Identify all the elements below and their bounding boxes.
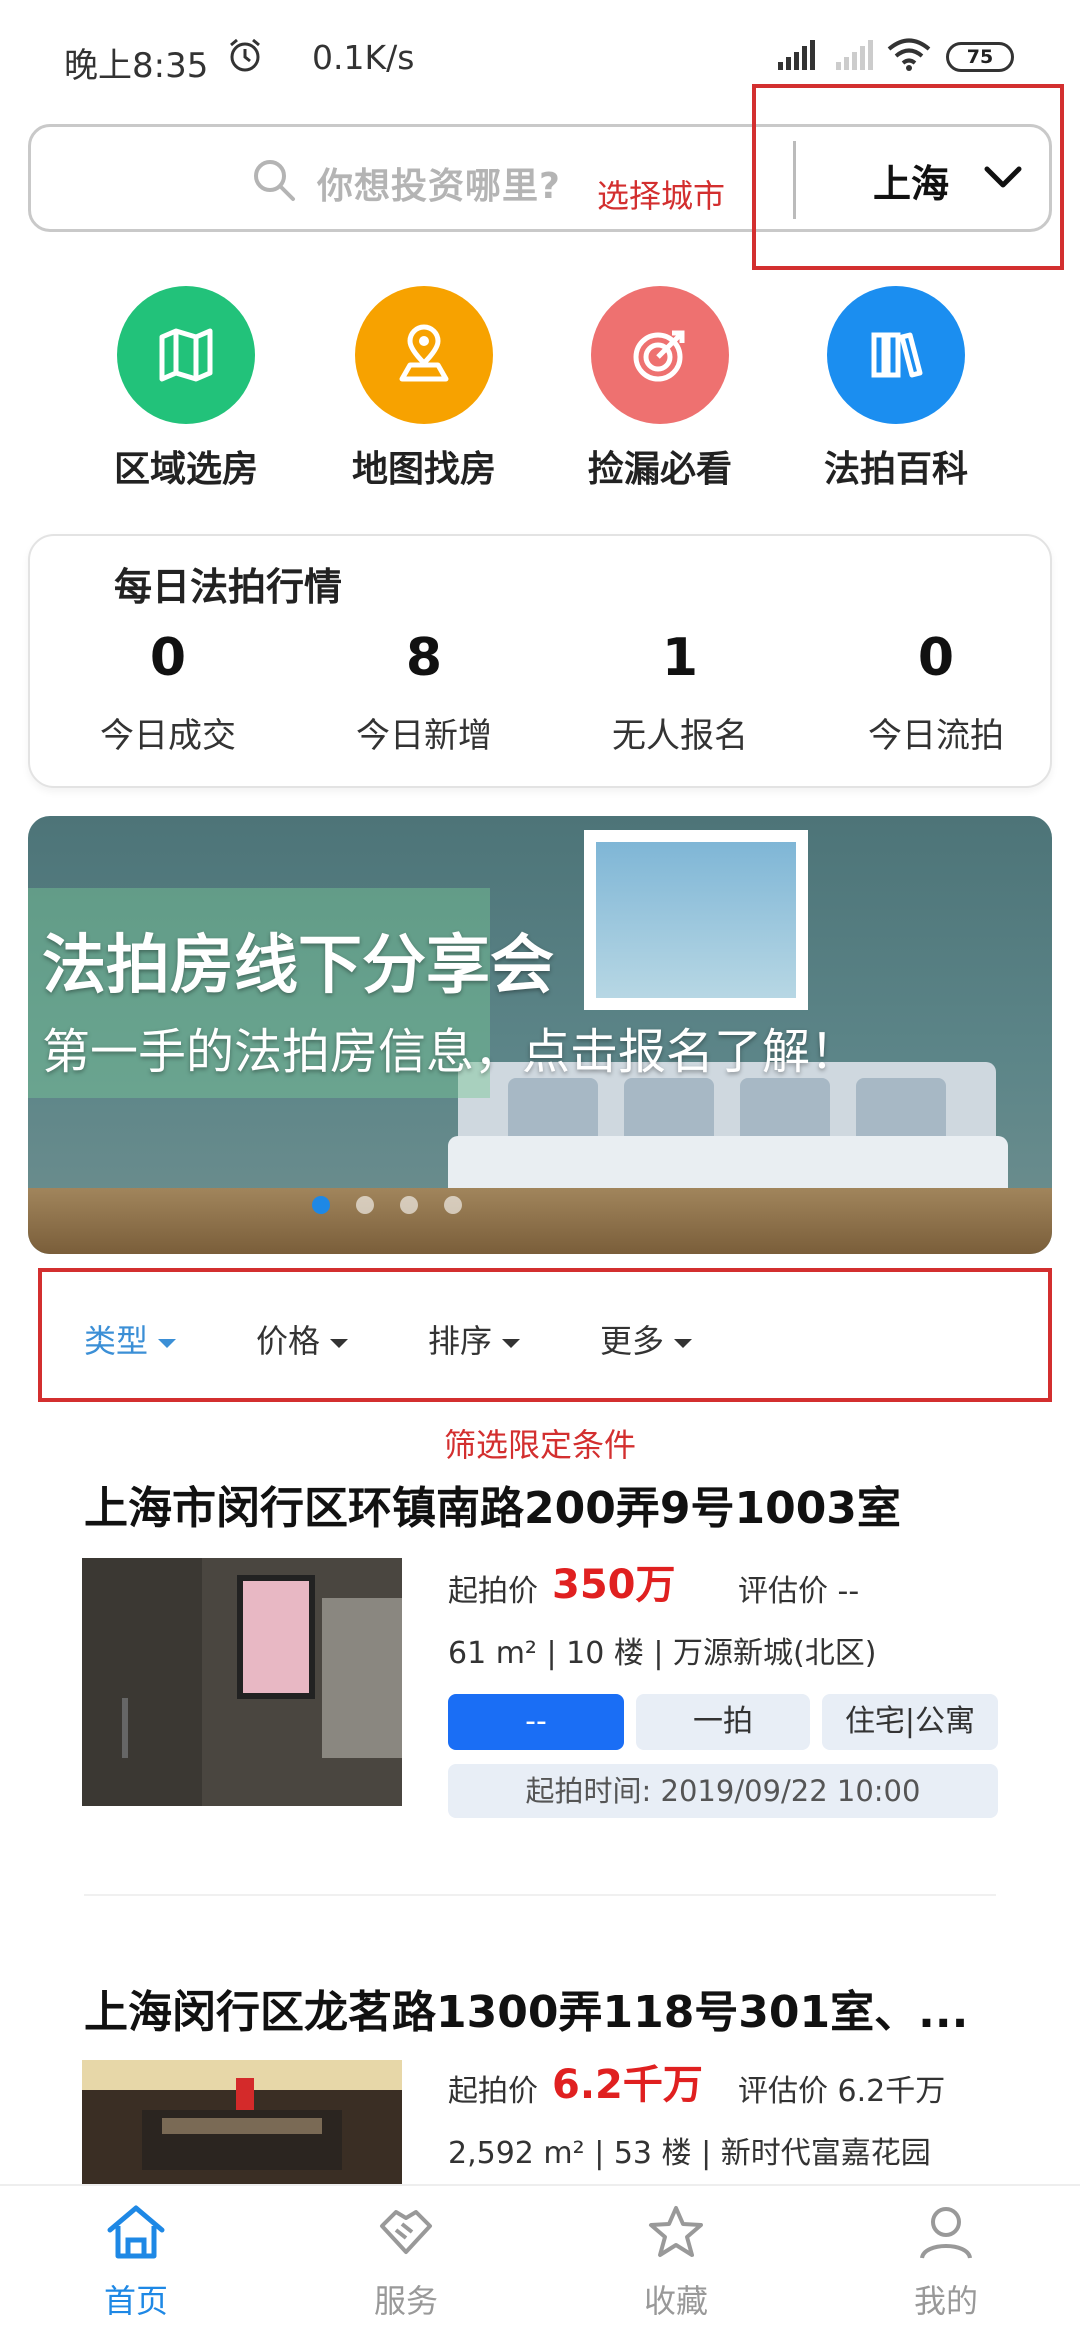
carousel-dot[interactable]: [356, 1196, 374, 1214]
quick-nav-label: 地图找房: [351, 449, 496, 490]
nav-label: 首页: [103, 2282, 168, 2320]
alarm-icon: [226, 36, 264, 74]
auction-round-tag: 一拍: [636, 1694, 810, 1750]
filter-label: 排序: [428, 1322, 493, 1360]
daily-stats-title: 每日法拍行情: [114, 565, 343, 609]
stat-value: 1: [661, 628, 699, 688]
nav-label: 我的: [913, 2282, 978, 2320]
filter-label: 类型: [84, 1322, 149, 1360]
filter-bar: 类型 价格 排序 更多: [38, 1268, 1052, 1402]
nav-service[interactable]: 服务: [326, 2200, 486, 2322]
estimate-price: 评估价 6.2千万: [738, 2074, 946, 2109]
carousel-dot[interactable]: [312, 1196, 330, 1214]
home-icon: [56, 2200, 216, 2264]
banner-subtitle: 第一手的法拍房信息，点击报名了解！: [42, 1024, 859, 1080]
stat-value: 8: [405, 628, 443, 688]
price-value: 350万: [552, 1562, 676, 1608]
location-pin-icon: [355, 286, 493, 424]
quick-nav-label: 捡漏必看: [587, 449, 732, 490]
listing-photo[interactable]: [82, 1558, 402, 1806]
banner-floor: [28, 1188, 1052, 1254]
quick-nav-map-search[interactable]: 地图找房: [324, 286, 524, 492]
search-icon: [251, 157, 297, 207]
signal-empty-icon: [834, 40, 878, 74]
estimate-price: 评估价 --: [738, 1574, 860, 1609]
filter-sort[interactable]: 排序: [428, 1316, 521, 1362]
banner-wall-picture: [584, 830, 808, 1010]
nav-label: 收藏: [643, 2282, 708, 2320]
caret-down-icon: [330, 1338, 349, 1348]
quick-nav-label: 区域选房: [113, 449, 258, 490]
status-time: 晚上8:35: [64, 46, 209, 86]
listing-divider: [84, 1894, 996, 1896]
quick-nav-area-select[interactable]: 区域选房: [86, 286, 286, 492]
caret-down-icon: [158, 1338, 177, 1348]
quick-nav: 区域选房 地图找房 捡漏必看 法拍百科: [0, 286, 1080, 506]
status-tag: --: [448, 1694, 624, 1750]
search-placeholder[interactable]: 你想投资哪里?: [317, 157, 561, 209]
listing-info: 起拍价 6.2千万 评估价 6.2千万 2,592 m² | 53 楼 | 新时…: [448, 2052, 998, 2172]
filter-type[interactable]: 类型: [84, 1316, 177, 1362]
carousel-indicator[interactable]: [312, 1196, 488, 1218]
banner-title: 法拍房线下分享会: [42, 929, 554, 1003]
caret-down-icon: [502, 1338, 521, 1348]
stat-label: 今日成交: [100, 716, 236, 756]
start-time: 起拍时间: 2019/09/22 10:00: [448, 1764, 998, 1818]
quick-nav-encyclopedia[interactable]: 法拍百科: [796, 286, 996, 492]
stat-label: 无人报名: [612, 716, 748, 756]
books-icon: [827, 286, 965, 424]
carousel-dot[interactable]: [444, 1196, 462, 1214]
handshake-icon: [326, 2200, 486, 2264]
filter-annotation: 筛选限定条件: [443, 1426, 636, 1464]
bottom-nav: 首页 服务 收藏 我的: [0, 2184, 1080, 2340]
listing-specs: 61 m² | 10 楼 | 万源新城(北区): [448, 1636, 877, 1671]
stat-label: 今日流拍: [868, 716, 1004, 756]
price-label: 起拍价: [448, 1574, 538, 1609]
stat-failed-today: 0 今日流拍: [826, 628, 1046, 757]
stat-no-registration: 1 无人报名: [570, 628, 790, 757]
price-value: 6.2千万: [552, 2062, 703, 2108]
nav-favorites[interactable]: 收藏: [596, 2200, 756, 2322]
target-icon: [591, 286, 729, 424]
filter-label: 更多: [600, 1322, 665, 1360]
wifi-icon: [886, 38, 932, 76]
nav-profile[interactable]: 我的: [866, 2200, 1026, 2322]
promo-banner[interactable]: 法拍房线下分享会 第一手的法拍房信息，点击报名了解！: [28, 816, 1052, 1254]
listing-specs: 2,592 m² | 53 楼 | 新时代富嘉花园: [448, 2136, 931, 2171]
caret-down-icon: [674, 1338, 693, 1348]
map-icon: [117, 286, 255, 424]
stat-label: 今日新增: [356, 716, 492, 756]
battery-icon: 75: [946, 42, 1014, 72]
user-icon: [866, 2200, 1026, 2264]
filter-more[interactable]: 更多: [600, 1316, 693, 1362]
nav-home[interactable]: 首页: [56, 2200, 216, 2322]
network-speed: 0.1K/s: [312, 38, 415, 77]
listing-photo[interactable]: [82, 2060, 402, 2184]
stat-value: 0: [149, 628, 187, 688]
select-city-annotation: 选择城市: [597, 177, 726, 215]
carousel-dot[interactable]: [400, 1196, 418, 1214]
signal-icon: [776, 40, 820, 74]
property-type-tag: 住宅|公寓: [822, 1694, 998, 1750]
filter-price[interactable]: 价格: [256, 1316, 349, 1362]
quick-nav-bargains[interactable]: 捡漏必看: [560, 286, 760, 492]
stat-new-today: 8 今日新增: [314, 628, 534, 757]
listing-title[interactable]: 上海闵行区龙茗路1300弄118号301室、...: [84, 1976, 968, 2040]
listing-info: 起拍价 350万 评估价 -- 61 m² | 10 楼 | 万源新城(北区) …: [448, 1552, 998, 1818]
city-annotation-box: [752, 84, 1064, 270]
stat-value: 0: [917, 628, 955, 688]
daily-stats-card[interactable]: 每日法拍行情 0 今日成交 8 今日新增 1 无人报名 0 今日流拍: [28, 534, 1052, 788]
filter-label: 价格: [256, 1322, 321, 1360]
price-label: 起拍价: [448, 2074, 538, 2109]
nav-label: 服务: [373, 2282, 438, 2320]
star-icon: [596, 2200, 756, 2264]
stat-deals-today: 0 今日成交: [58, 628, 278, 757]
quick-nav-label: 法拍百科: [823, 449, 968, 490]
listing-title[interactable]: 上海市闵行区环镇南路200弄9号1003室: [84, 1472, 901, 1536]
